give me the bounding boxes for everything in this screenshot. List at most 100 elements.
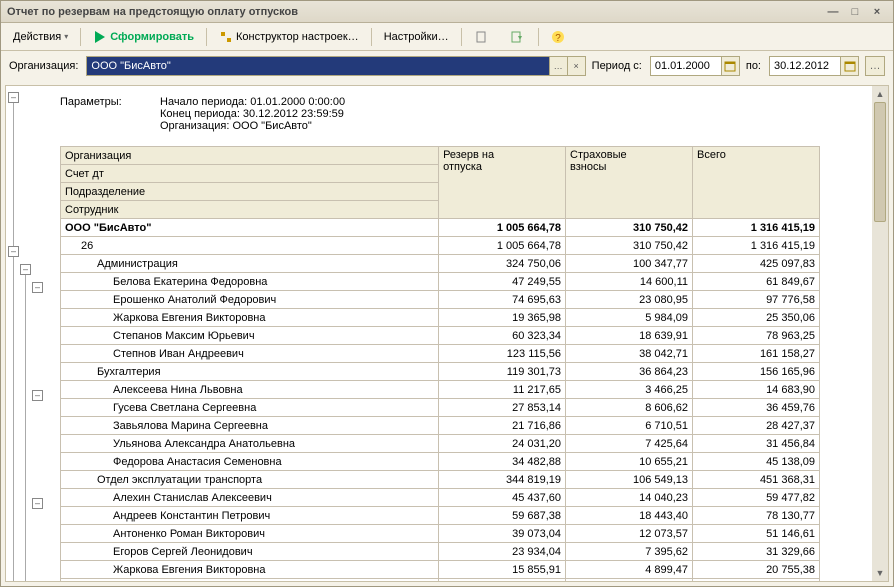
cell-reserve: 23 934,04 — [439, 543, 566, 561]
table-row[interactable]: Егоров Сергей Леонидович23 934,047 395,6… — [61, 543, 820, 561]
cell-total: 156 165,96 — [693, 363, 820, 381]
cell-name: Степанов Максим Юрьевич — [61, 327, 439, 345]
actions-menu[interactable]: Действия ▾ — [7, 26, 74, 48]
settings-label: Настройки… — [384, 31, 449, 43]
tree-toggle[interactable]: – — [8, 92, 19, 103]
cell-reserve: 1 005 664,78 — [439, 219, 566, 237]
generate-button[interactable]: Сформировать — [87, 26, 200, 48]
table-row[interactable]: Жаркова Евгения Викторовна15 855,914 899… — [61, 561, 820, 579]
constructor-button[interactable]: Конструктор настроек… — [213, 26, 365, 48]
col-org: Организация — [61, 147, 439, 165]
tree-toggle[interactable]: – — [32, 282, 43, 293]
table-row[interactable]: 261 005 664,78310 750,421 316 415,19 — [61, 237, 820, 255]
minimize-button[interactable]: — — [823, 4, 843, 20]
maximize-button[interactable]: □ — [845, 4, 865, 20]
table-row[interactable]: Антоненко Роман Викторович39 073,0412 07… — [61, 525, 820, 543]
toolbar-separator — [80, 28, 81, 46]
col-insurance: Страховые взносы — [566, 147, 693, 219]
cell-name: Алехин Станислав Алексеевич — [61, 489, 439, 507]
table-row[interactable]: Белова Екатерина Федоровна47 249,5514 60… — [61, 273, 820, 291]
period-to-field[interactable] — [770, 57, 840, 75]
table-row[interactable]: Алексеева Нина Львовна11 217,653 466,251… — [61, 381, 820, 399]
org-clear-button[interactable]: × — [567, 57, 585, 75]
cell-insurance: 4 899,47 — [566, 561, 693, 579]
org-select-button[interactable]: … — [549, 57, 567, 75]
col-employee: Сотрудник — [61, 201, 439, 219]
app-window: Отчет по резервам на предстоящую оплату … — [0, 0, 894, 587]
report-body: Параметры: Начало периода: 01.01.2000 0:… — [56, 86, 888, 582]
period-to-input[interactable] — [769, 56, 859, 76]
period-from-field[interactable] — [651, 57, 721, 75]
toolbar-separator — [206, 28, 207, 46]
cell-insurance: 310 750,42 — [566, 219, 693, 237]
table-row[interactable]: ООО "БисАвто"1 005 664,78310 750,421 316… — [61, 219, 820, 237]
cell-reserve: 32 008,17 — [439, 579, 566, 583]
calendar-icon[interactable] — [721, 57, 739, 75]
tree-toggle[interactable]: – — [32, 498, 43, 509]
calendar-icon[interactable] — [840, 57, 858, 75]
table-row[interactable]: Алехин Станислав Алексеевич45 437,6014 0… — [61, 489, 820, 507]
period-picker-button[interactable]: … — [865, 56, 885, 76]
table-row[interactable]: Ерошенко Анатолий Федорович74 695,6323 0… — [61, 291, 820, 309]
cell-insurance: 18 443,40 — [566, 507, 693, 525]
scroll-down-icon[interactable]: ▼ — [872, 565, 888, 581]
tree-toggle[interactable]: – — [8, 246, 19, 257]
cell-name: Ерошенко Анатолий Федорович — [61, 291, 439, 309]
col-account: Счет дт — [61, 165, 439, 183]
cell-total: 1 316 415,19 — [693, 237, 820, 255]
table-row[interactable]: Федорова Анастасия Семеновна34 482,8810 … — [61, 453, 820, 471]
tool-button-2[interactable] — [503, 26, 532, 48]
params-label: Параметры: — [60, 96, 160, 132]
org-input[interactable]: ООО "БисАвто" … × — [86, 56, 585, 76]
help-button[interactable]: ? — [545, 26, 574, 48]
table-row[interactable]: Степнов Иван Андреевич123 115,5638 042,7… — [61, 345, 820, 363]
cell-insurance: 14 040,23 — [566, 489, 693, 507]
table-row[interactable]: Бухгалтерия119 301,7336 864,23156 165,96 — [61, 363, 820, 381]
cell-name: Жаркова Евгения Викторовна — [61, 561, 439, 579]
tree-toggle[interactable]: – — [20, 264, 31, 275]
cell-total: 51 146,61 — [693, 525, 820, 543]
cell-name: Гусева Светлана Сергеевна — [61, 399, 439, 417]
scroll-up-icon[interactable]: ▲ — [872, 86, 888, 102]
cell-insurance: 23 080,95 — [566, 291, 693, 309]
settings-button[interactable]: Настройки… — [378, 26, 455, 48]
table-row[interactable]: Ульянова Александра Анатольевна24 031,20… — [61, 435, 820, 453]
filter-bar: Организация: ООО "БисАвто" … × Период с:… — [1, 51, 893, 81]
cell-reserve: 34 482,88 — [439, 453, 566, 471]
tool-button-1[interactable] — [468, 26, 497, 48]
cell-insurance: 106 549,13 — [566, 471, 693, 489]
table-row[interactable]: Андреев Константин Петрович59 687,3818 4… — [61, 507, 820, 525]
org-value: ООО "БисАвто" — [87, 57, 548, 75]
cell-total: 1 316 415,19 — [693, 219, 820, 237]
cell-reserve: 39 073,04 — [439, 525, 566, 543]
table-row[interactable]: Отдел эксплуатации транспорта344 819,191… — [61, 471, 820, 489]
cell-total: 161 158,27 — [693, 345, 820, 363]
table-row[interactable]: Гусева Светлана Сергеевна27 853,148 606,… — [61, 399, 820, 417]
close-button[interactable]: × — [867, 4, 887, 20]
scrollbar-thumb[interactable] — [874, 102, 886, 222]
cell-reserve: 119 301,73 — [439, 363, 566, 381]
chevron-down-icon: ▾ — [64, 32, 68, 41]
period-from-input[interactable] — [650, 56, 740, 76]
vertical-scrollbar[interactable]: ▲ ▼ — [872, 86, 888, 581]
cell-name: Андреев Константин Петрович — [61, 507, 439, 525]
params-start: Начало периода: 01.01.2000 0:00:00 — [160, 96, 345, 108]
cell-name: Алексеева Нина Львовна — [61, 381, 439, 399]
cell-reserve: 60 323,34 — [439, 327, 566, 345]
cell-total: 61 849,67 — [693, 273, 820, 291]
tree-toggle[interactable]: – — [32, 390, 43, 401]
cell-name: Администрация — [61, 255, 439, 273]
play-icon — [93, 30, 107, 44]
table-row[interactable]: Живулин Дмитрий Михайлович32 008,179 890… — [61, 579, 820, 583]
table-row[interactable]: Администрация324 750,06100 347,77425 097… — [61, 255, 820, 273]
cell-total: 78 130,77 — [693, 507, 820, 525]
cell-reserve: 123 115,56 — [439, 345, 566, 363]
table-row[interactable]: Степанов Максим Юрьевич60 323,3418 639,9… — [61, 327, 820, 345]
cell-name: Жаркова Евгения Викторовна — [61, 309, 439, 327]
table-row[interactable]: Завьялова Марина Сергеевна21 716,866 710… — [61, 417, 820, 435]
cell-insurance: 5 984,09 — [566, 309, 693, 327]
cell-reserve: 45 437,60 — [439, 489, 566, 507]
cell-name: Завьялова Марина Сергеевна — [61, 417, 439, 435]
cell-reserve: 19 365,98 — [439, 309, 566, 327]
table-row[interactable]: Жаркова Евгения Викторовна19 365,985 984… — [61, 309, 820, 327]
